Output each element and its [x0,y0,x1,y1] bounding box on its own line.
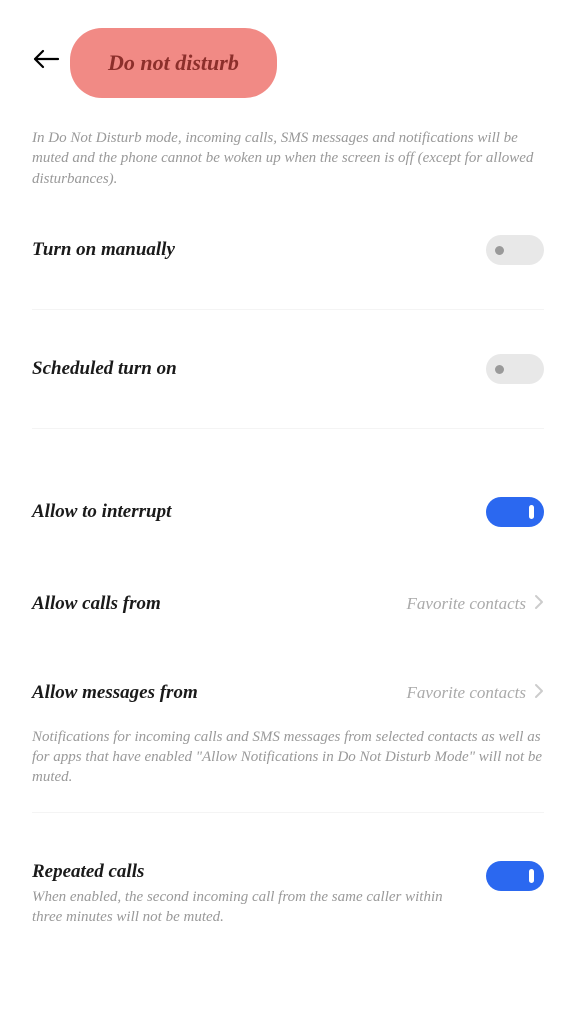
chevron-right-icon [534,593,544,616]
page-title: Do not disturb [70,28,277,98]
allow-calls-from-label: Allow calls from [32,593,161,615]
allow-messages-from-value-text: Favorite contacts [407,683,526,703]
allow-calls-from-value: Favorite contacts [407,593,544,616]
header: Do not disturb [0,0,576,118]
allow-calls-from-value-text: Favorite contacts [407,594,526,614]
turn-on-manually-row[interactable]: Turn on manually [0,217,576,283]
repeated-calls-row[interactable]: Repeated calls When enabled, the second … [0,843,576,930]
turn-on-manually-toggle[interactable] [486,235,544,265]
contacts-description: Notifications for incoming calls and SMS… [0,727,576,812]
turn-on-manually-label: Turn on manually [32,239,175,261]
repeated-calls-label: Repeated calls [32,861,470,883]
allow-to-interrupt-toggle[interactable] [486,497,544,527]
scheduled-turn-on-row[interactable]: Scheduled turn on [0,336,576,402]
back-arrow-icon[interactable] [32,47,62,79]
scheduled-turn-on-label: Scheduled turn on [32,358,177,380]
intro-description: In Do Not Disturb mode, incoming calls, … [0,118,576,217]
repeated-calls-description: When enabled, the second incoming call f… [32,887,470,928]
repeated-calls-toggle[interactable] [486,861,544,891]
allow-messages-from-row[interactable]: Allow messages from Favorite contacts [0,664,576,723]
allow-messages-from-value: Favorite contacts [407,682,544,705]
chevron-right-icon [534,682,544,705]
allow-to-interrupt-row[interactable]: Allow to interrupt [0,479,576,545]
allow-calls-from-row[interactable]: Allow calls from Favorite contacts [0,575,576,634]
allow-to-interrupt-label: Allow to interrupt [32,501,171,523]
scheduled-turn-on-toggle[interactable] [486,354,544,384]
allow-messages-from-label: Allow messages from [32,682,198,704]
